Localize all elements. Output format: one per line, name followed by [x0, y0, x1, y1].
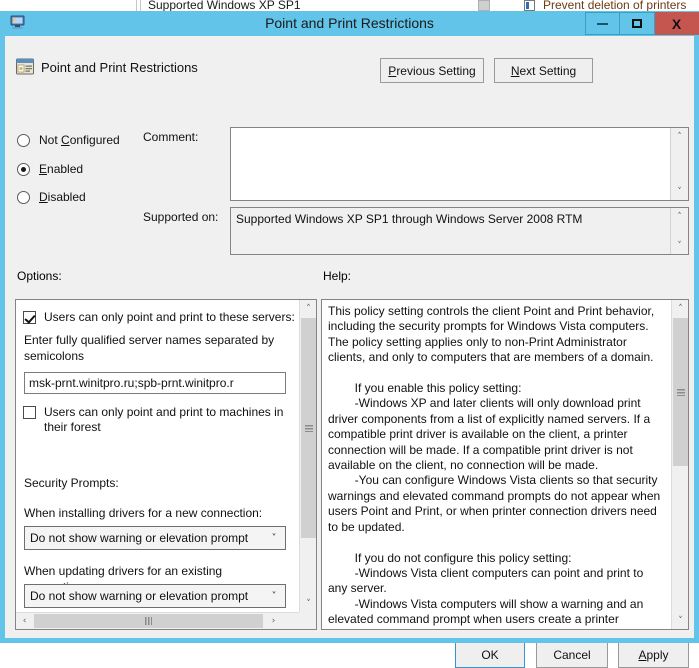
window-controls: X — [585, 12, 699, 35]
radio-mark-enabled — [17, 162, 30, 176]
minimize-button[interactable] — [585, 12, 620, 35]
options-vertical-scrollbar[interactable]: ˄ ˅ — [299, 300, 316, 612]
supported-on-label: Supported on: — [143, 210, 219, 224]
scroll-left-button[interactable]: ‹ — [16, 613, 33, 629]
previous-setting-accel: P — [388, 63, 397, 78]
close-button[interactable]: X — [655, 12, 699, 35]
options-horizontal-scrollbar[interactable]: ‹ › — [16, 612, 299, 629]
scroll-grip — [676, 388, 685, 396]
apply-label: pply — [646, 648, 669, 662]
apply-button[interactable]: Apply — [618, 642, 689, 668]
update-drivers-value: Do not show warning or elevation prompt — [30, 589, 249, 603]
help-text: This policy setting controls the client … — [328, 304, 661, 627]
point-and-print-restrictions-dialog: Point and Print Restrictions X Point and… — [0, 11, 699, 668]
radio-mark-not-configured — [17, 133, 30, 147]
maximize-button[interactable] — [620, 12, 655, 35]
scroll-down-icon[interactable]: ˅ — [671, 237, 688, 254]
comment-value[interactable] — [231, 128, 670, 200]
dialog-bottom-edge — [0, 638, 699, 643]
checkbox-label-servers: Users can only point and print to these … — [44, 310, 295, 324]
policy-icon — [524, 0, 535, 11]
checkbox-mark-forest — [23, 406, 36, 419]
scroll-down-button[interactable]: ˅ — [300, 595, 316, 612]
update-drivers-dropdown[interactable]: Do not show warning or elevation prompt … — [24, 584, 286, 608]
scroll-up-button[interactable]: ˄ — [300, 300, 316, 317]
supported-on-field: Supported Windows XP SP1 through Windows… — [230, 207, 689, 255]
help-vertical-scrollbar[interactable]: ˄ ˅ — [671, 300, 688, 629]
maximize-icon — [632, 19, 642, 28]
scroll-down-icon[interactable]: ˅ — [671, 183, 688, 200]
chevron-down-icon: ˅ — [271, 532, 277, 544]
close-icon: X — [671, 15, 682, 32]
radio-not-configured[interactable]: Not Configured — [17, 132, 120, 148]
scroll-thumb[interactable] — [301, 318, 316, 538]
comment-field[interactable]: ˄ ˅ — [230, 127, 689, 201]
scroll-up-icon[interactable]: ˄ — [671, 208, 688, 225]
servers-hint-text: Enter fully qualified server names separ… — [24, 333, 275, 363]
next-setting-button[interactable]: Next Setting — [494, 58, 593, 83]
options-content: Users can only point and print to these … — [16, 300, 299, 612]
scroll-right-button[interactable]: › — [265, 613, 282, 629]
install-drivers-value: Do not show warning or elevation prompt — [30, 531, 249, 545]
help-panel: This policy setting controls the client … — [321, 299, 689, 630]
page-title: Point and Print Restrictions — [41, 60, 198, 75]
install-drivers-dropdown[interactable]: Do not show warning or elevation prompt … — [24, 526, 286, 550]
scroll-thumb-horizontal[interactable] — [34, 614, 263, 628]
scroll-track[interactable] — [671, 145, 688, 183]
scroll-grip — [145, 617, 152, 625]
scroll-track[interactable] — [671, 225, 688, 237]
help-section-label: Help: — [323, 269, 352, 283]
scrollbar-corner — [299, 612, 316, 629]
security-prompts-label: Security Prompts: — [24, 476, 119, 490]
checkbox-label-forest: Users can only point and print to machin… — [44, 405, 284, 434]
checkbox-mark-servers — [23, 311, 36, 324]
install-drivers-label: When installing drivers for a new connec… — [24, 506, 263, 520]
dialog-body: Point and Print Restrictions Previous Se… — [5, 36, 694, 668]
radio-label-disabled: Disabled — [39, 190, 86, 204]
options-panel: Users can only point and print to these … — [15, 299, 317, 630]
ok-button[interactable]: OK — [455, 642, 525, 668]
previous-setting-button[interactable]: Previous Setting — [380, 58, 484, 83]
options-section-label: Options: — [17, 269, 62, 283]
checkbox-forest-only[interactable]: Users can only point and print to machin… — [23, 405, 295, 435]
background-checkbox — [478, 0, 490, 11]
supported-on-scrollbar[interactable]: ˄ ˅ — [670, 208, 688, 254]
chevron-down-icon: ˅ — [271, 590, 277, 602]
scroll-thumb[interactable] — [673, 318, 688, 466]
scroll-down-button[interactable]: ˅ — [672, 612, 688, 629]
radio-label-enabled: Enabled — [39, 162, 84, 176]
radio-enabled[interactable]: Enabled — [17, 161, 83, 177]
policy-setting-icon — [16, 58, 34, 75]
radio-label-not-configured: Not Configured — [39, 133, 120, 147]
checkbox-point-and-print-servers[interactable]: Users can only point and print to these … — [23, 310, 295, 325]
scroll-grip — [304, 424, 313, 432]
scroll-up-icon[interactable]: ˄ — [671, 128, 688, 145]
radio-disabled[interactable]: Disabled — [17, 189, 86, 205]
title-bar[interactable]: Point and Print Restrictions X — [0, 11, 699, 36]
next-setting-label: ext Setting — [519, 63, 577, 78]
previous-setting-label: revious Setting — [396, 63, 476, 78]
supported-on-value: Supported Windows XP SP1 through Windows… — [236, 212, 583, 226]
radio-mark-disabled — [17, 190, 30, 204]
comment-label: Comment: — [143, 130, 199, 144]
cancel-button[interactable]: Cancel — [536, 642, 608, 668]
next-setting-accel: N — [510, 63, 520, 78]
minimize-icon — [597, 22, 608, 25]
scroll-up-button[interactable]: ˄ — [672, 300, 688, 317]
apply-accel: A — [638, 648, 647, 662]
servers-input[interactable] — [24, 372, 286, 394]
comment-scrollbar[interactable]: ˄ ˅ — [670, 128, 688, 200]
